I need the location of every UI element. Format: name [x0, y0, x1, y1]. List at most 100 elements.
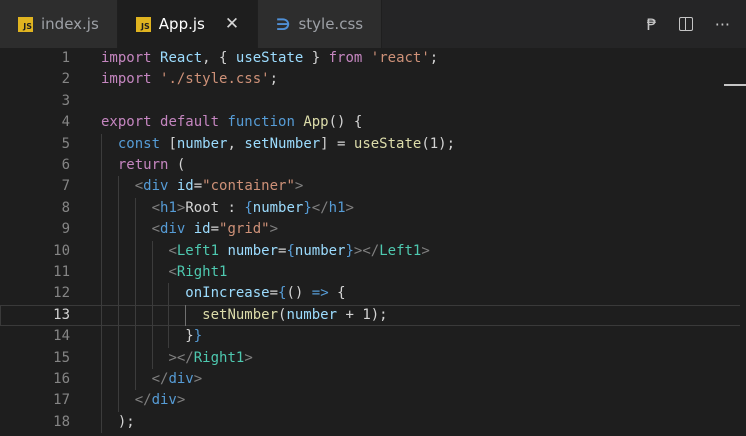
code-line[interactable]: 12 onIncrease={() => { [0, 283, 746, 305]
indent-guide [117, 240, 119, 262]
code-token: ); [117, 413, 135, 430]
code-token: number [252, 199, 304, 216]
code-token: > [244, 349, 253, 366]
code-token: = [193, 178, 203, 195]
code-line[interactable]: 9 <div id="grid"> [0, 219, 746, 241]
code-text: </div> [101, 369, 203, 390]
line-number: 2 [61, 71, 70, 88]
indent-guide [101, 326, 102, 348]
code-token: > [294, 178, 304, 195]
indent-guide [168, 326, 170, 348]
code-token: </ [134, 392, 152, 409]
indent-guide [117, 326, 119, 348]
code-line[interactable]: 17 </div> [0, 390, 746, 412]
indent-guide [117, 390, 119, 412]
code-token: </ [151, 371, 169, 387]
code-token: </ [311, 199, 329, 216]
code-token: > [193, 371, 203, 387]
code-line[interactable]: 5 const [number, setNumber] = useState(1… [0, 133, 746, 155]
code-line[interactable]: 10 <Left1 number={number}></Left1> [0, 240, 746, 262]
code-token: { [337, 285, 346, 302]
code-token: h1 [328, 199, 346, 216]
code-token: React [160, 50, 203, 66]
indent-guide [134, 326, 136, 348]
code-line[interactable]: 11 <Right1 [0, 262, 746, 284]
code-token: ></ [353, 242, 380, 259]
code-line[interactable]: 13 setNumber(number + 1); [0, 304, 746, 327]
indent-guide [101, 197, 102, 220]
code-line[interactable]: 8 <h1>Root : {number}</h1> [0, 197, 746, 220]
indent-guide [101, 219, 102, 241]
code-line[interactable]: 3 [0, 91, 746, 112]
indent-guide [151, 326, 153, 348]
indent-guide [101, 262, 102, 284]
code-token: id [193, 221, 211, 238]
code-token: useState [353, 135, 422, 152]
code-token: => [311, 285, 338, 302]
code-line[interactable]: 14 }} [0, 326, 746, 348]
line-number: 11 [53, 264, 70, 280]
code-line[interactable]: 6 return ( [0, 155, 746, 177]
code-token: setNumber [244, 135, 321, 152]
tab-app-js[interactable]: JS App.js ✕ [117, 0, 259, 48]
code-token: h1 [160, 199, 177, 216]
code-token: < [134, 178, 144, 195]
code-token: { [286, 242, 295, 259]
code-line[interactable]: 4 export default function App() { [0, 112, 746, 133]
code-line[interactable]: 16 </div> [0, 369, 746, 391]
code-text: </div> [101, 390, 186, 411]
code-text: setNumber(number + 1); [101, 305, 388, 326]
tab-index-js[interactable]: JS index.js [0, 0, 118, 48]
code-token: (1); [421, 135, 456, 152]
code-token: Left1 [379, 242, 422, 259]
split-editor-icon[interactable] [678, 17, 693, 31]
preview-icon[interactable]: ₱ [647, 15, 657, 34]
code-token: + 1); [337, 306, 388, 323]
indent-guide [117, 197, 119, 220]
code-token: import [101, 50, 161, 66]
line-number: 10 [53, 242, 70, 259]
tab-style-css[interactable]: ∋ style.css [258, 0, 383, 48]
code-editor[interactable]: 1 import React, { useState } from 'react'… [0, 48, 746, 436]
indent-guide [151, 262, 153, 284]
code-line[interactable]: 15 ></Right1> [0, 347, 746, 369]
indent-guide [134, 369, 136, 391]
code-text: import './style.css'; [101, 69, 278, 90]
code-token: > [176, 392, 186, 409]
indent-guide [134, 304, 136, 327]
code-token: id [176, 178, 194, 195]
line-number: 14 [53, 328, 70, 345]
line-number: 13 [53, 306, 70, 323]
line-number: 18 [53, 413, 70, 430]
code-token: } [303, 50, 329, 66]
code-token: [ [168, 135, 177, 152]
code-text: ); [101, 412, 135, 433]
code-line[interactable]: 7 <div id="container"> [0, 176, 746, 198]
indent-guide [151, 240, 153, 262]
code-token: < [168, 242, 177, 259]
code-line[interactable]: 18 ); [0, 411, 746, 434]
scrollbar-position-marker [724, 84, 746, 86]
code-token: './style.css' [160, 71, 270, 88]
code-line[interactable]: 2 import './style.css'; [0, 69, 746, 90]
close-icon[interactable]: ✕ [225, 15, 239, 33]
editor-tab-bar: JS index.js JS App.js ✕ ∋ style.css ₱ ··… [0, 0, 746, 48]
line-number: 16 [53, 371, 70, 387]
code-token: div [143, 178, 177, 195]
code-line[interactable]: 1 import React, { useState } from 'react'… [0, 48, 746, 69]
indent-guide [117, 283, 119, 305]
indent-guide [101, 155, 102, 177]
js-file-icon: JS [18, 16, 33, 32]
indent-guide [101, 390, 102, 412]
code-text: ></Right1> [101, 348, 253, 369]
code-text: export default function App() { [101, 112, 362, 133]
css-file-icon: ∋ [276, 14, 291, 34]
editor-scrollbar[interactable] [740, 48, 746, 436]
line-number: 6 [61, 157, 70, 173]
more-actions-icon[interactable]: ··· [715, 15, 730, 34]
line-number: 5 [61, 135, 70, 152]
code-token: number [294, 242, 346, 259]
